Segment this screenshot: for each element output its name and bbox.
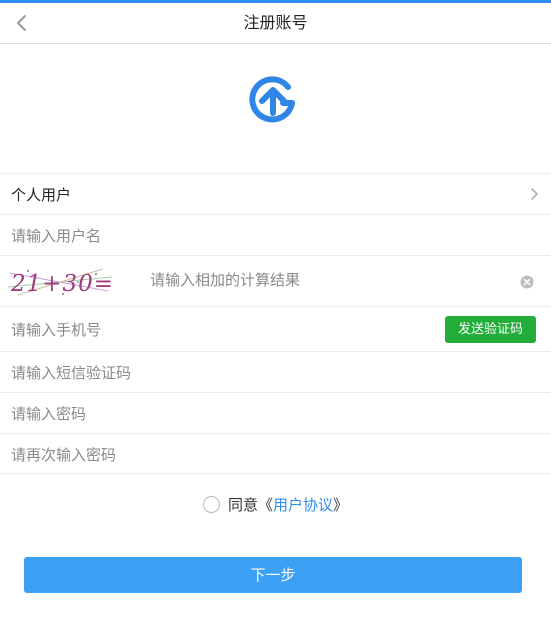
sms-code-field[interactable]: 请输入短信验证码: [0, 351, 551, 392]
user-agreement-link[interactable]: 用户协议: [273, 496, 333, 514]
captcha-text: 21+30=: [10, 271, 114, 297]
sms-code-placeholder: 请输入短信验证码: [11, 364, 132, 382]
confirm-password-field[interactable]: 请再次输入密码: [0, 433, 551, 474]
send-code-button[interactable]: 发送验证码: [445, 316, 536, 343]
agreement-text: 同意《用户协议》: [228, 494, 348, 515]
house-logo-icon: [249, 76, 295, 123]
user-type-selector[interactable]: 个人用户: [0, 173, 551, 214]
chevron-right-icon: [531, 188, 538, 200]
agreement-prefix: 同意《: [227, 496, 273, 514]
captcha-row: 21+30= 请输入相加的计算结果: [0, 255, 551, 306]
password-field[interactable]: 请输入密码: [0, 392, 551, 433]
header-bar: 注册账号: [0, 3, 551, 44]
phone-row: 请输入手机号 发送验证码: [0, 306, 551, 351]
confirm-password-placeholder: 请再次输入密码: [11, 446, 117, 464]
username-field[interactable]: 请输入用户名: [0, 214, 551, 255]
page-title: 注册账号: [243, 13, 308, 32]
username-placeholder: 请输入用户名: [11, 227, 102, 245]
next-step-button[interactable]: 下一步: [24, 557, 522, 593]
agree-radio[interactable]: [202, 496, 220, 513]
agreement-row: 同意《用户协议》: [0, 494, 551, 518]
phone-input[interactable]: 请输入手机号: [11, 319, 101, 340]
password-placeholder: 请输入密码: [11, 405, 87, 423]
agreement-suffix: 》: [333, 496, 349, 514]
captcha-input[interactable]: 请输入相加的计算结果: [150, 269, 300, 290]
captcha-image[interactable]: 21+30=: [8, 265, 114, 299]
user-type-value: 个人用户: [11, 186, 72, 204]
clear-circle-icon[interactable]: [520, 275, 534, 289]
